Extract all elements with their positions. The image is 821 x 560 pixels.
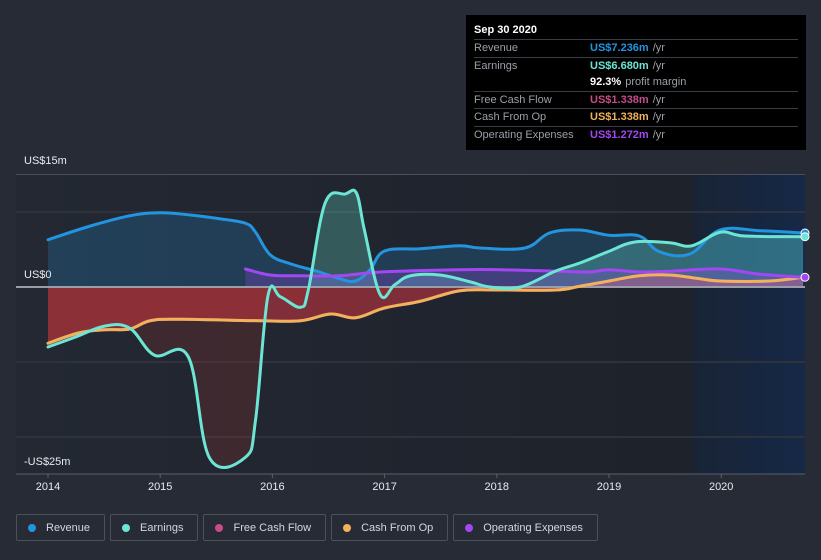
tooltip-value: US$6.680m — [590, 59, 649, 72]
y-tick-label-bottom: -US$25m — [24, 456, 71, 468]
earnings-dot-icon — [122, 523, 131, 532]
tooltip-unit: profit margin — [625, 76, 687, 88]
legend-label: Operating Expenses — [483, 521, 583, 534]
tooltip-date: Sep 30 2020 — [474, 22, 798, 40]
tooltip-value: US$7.236m — [590, 42, 649, 54]
operating-expenses-end-marker — [800, 272, 810, 282]
revenue-dot-icon — [28, 523, 36, 532]
operating-expenses-dot-icon — [465, 523, 474, 532]
legend-label: Free Cash Flow — [233, 521, 312, 534]
x-tick-label: 2014 — [35, 481, 61, 493]
tooltip-unit: /yr — [652, 111, 665, 123]
tooltip-row-cash-from-op: Cash From Op US$1.338m /yr — [474, 109, 798, 127]
tooltip-row-profit-margin: 92.3% profit margin — [474, 74, 798, 92]
legend-label: Cash From Op — [361, 521, 434, 534]
tooltip-label: Free Cash Flow — [474, 93, 552, 106]
legend-item-earnings[interactable]: Earnings — [110, 514, 199, 541]
tooltip: Sep 30 2020 Revenue US$7.236m /yr Earnin… — [466, 15, 806, 150]
legend-label: Revenue — [46, 521, 91, 534]
y-tick-label-top: US$15m — [24, 155, 67, 167]
tooltip-value: US$1.272m — [590, 128, 649, 141]
earnings-end-marker — [800, 232, 810, 242]
tooltip-unit: /yr — [652, 93, 665, 106]
tooltip-label: Cash From Op — [474, 111, 547, 123]
tooltip-row-free-cash-flow: Free Cash Flow US$1.338m /yr — [474, 92, 798, 109]
x-tick-label: 2020 — [708, 481, 734, 493]
legend-item-revenue[interactable]: Revenue — [16, 514, 106, 541]
tooltip-label: Earnings — [474, 59, 518, 72]
tooltip-value: US$1.338m — [590, 111, 649, 123]
tooltip-unit: /yr — [652, 128, 665, 141]
tooltip-row-revenue: Revenue US$7.236m /yr — [474, 40, 798, 58]
tooltip-value: 92.3% — [590, 76, 622, 88]
x-tick-label: 2015 — [147, 481, 173, 493]
tooltip-value: US$1.338m — [590, 93, 649, 106]
x-tick-label: 2019 — [596, 481, 622, 493]
tooltip-unit: /yr — [652, 42, 665, 54]
x-tick-label: 2016 — [260, 481, 285, 493]
legend-item-free-cash-flow[interactable]: Free Cash Flow — [203, 514, 327, 541]
tooltip-row-earnings: Earnings US$6.680m /yr — [474, 58, 798, 75]
tooltip-label: Revenue — [474, 42, 519, 54]
legend: Revenue Earnings Free Cash Flow Cash Fro… — [16, 514, 598, 541]
legend-item-operating-expenses[interactable]: Operating Expenses — [453, 514, 598, 541]
legend-label: Earnings — [140, 521, 184, 534]
tooltip-label: Operating Expenses — [474, 128, 574, 141]
y-tick-label-zero: US$0 — [24, 269, 52, 281]
free-cash-flow-dot-icon — [215, 523, 224, 532]
forecast-shade — [693, 174, 805, 474]
x-tick-label: 2018 — [484, 481, 510, 493]
tooltip-row-operating-expenses: Operating Expenses US$1.272m /yr — [474, 127, 798, 144]
tooltip-label — [474, 74, 590, 91]
tooltip-unit: /yr — [652, 59, 665, 72]
legend-item-cash-from-op[interactable]: Cash From Op — [331, 514, 449, 541]
x-tick-label: 2017 — [372, 481, 397, 493]
cash-from-op-dot-icon — [343, 523, 352, 532]
